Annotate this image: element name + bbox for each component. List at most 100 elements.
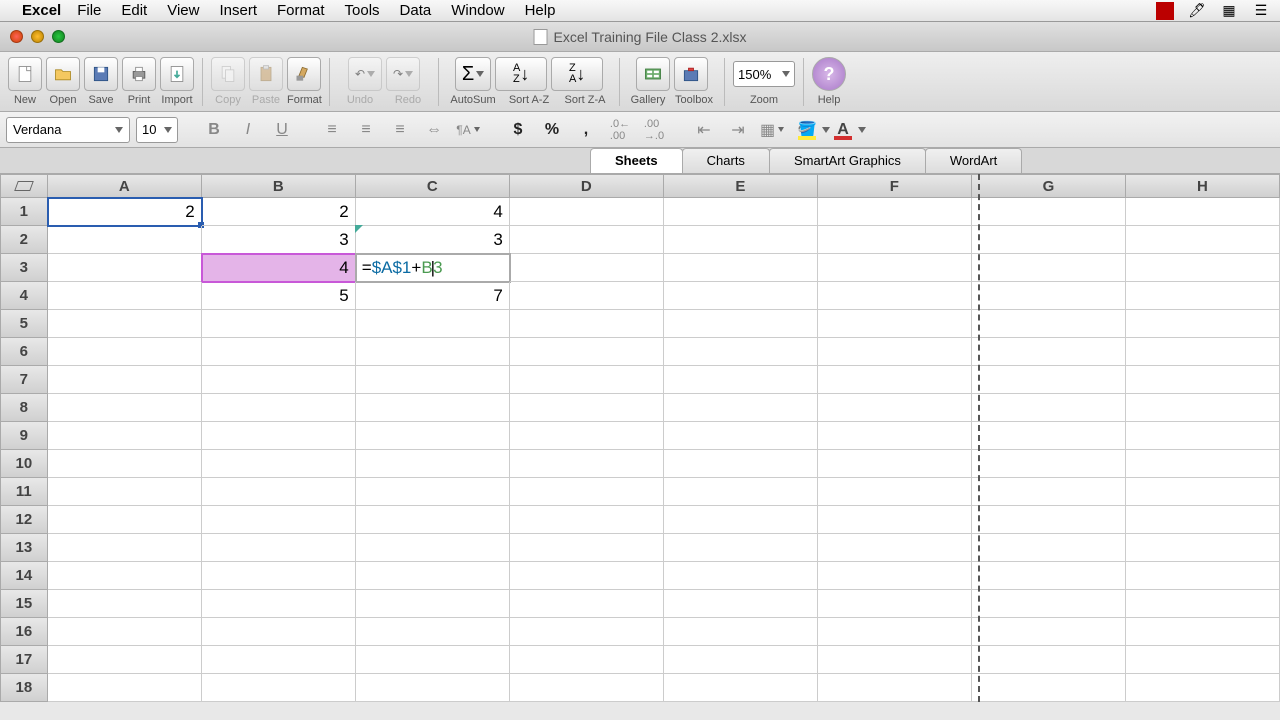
cell-B4[interactable]: 5 [202, 282, 356, 310]
row-header-11[interactable]: 11 [0, 478, 48, 506]
cell-H6[interactable] [1126, 338, 1280, 366]
cell-D5[interactable] [510, 310, 664, 338]
cell-F11[interactable] [818, 478, 972, 506]
cell-D13[interactable] [510, 534, 664, 562]
cell-B11[interactable] [202, 478, 356, 506]
cell-F7[interactable] [818, 366, 972, 394]
cell-C7[interactable] [356, 366, 510, 394]
cell-C8[interactable] [356, 394, 510, 422]
italic-button[interactable]: I [234, 117, 262, 143]
cell-F5[interactable] [818, 310, 972, 338]
cell-H16[interactable] [1126, 618, 1280, 646]
row-header-12[interactable]: 12 [0, 506, 48, 534]
col-header-F[interactable]: F [818, 174, 972, 198]
cell-B1[interactable]: 2 [202, 198, 356, 226]
align-center-button[interactable]: ≡ [352, 117, 380, 143]
cell-E7[interactable] [664, 366, 818, 394]
cell-H13[interactable] [1126, 534, 1280, 562]
cell-C15[interactable] [356, 590, 510, 618]
row-header-6[interactable]: 6 [0, 338, 48, 366]
wrap-text-button[interactable]: ¶A [454, 117, 482, 143]
cell-H1[interactable] [1126, 198, 1280, 226]
cell-B12[interactable] [202, 506, 356, 534]
row-header-8[interactable]: 8 [0, 394, 48, 422]
cell-H7[interactable] [1126, 366, 1280, 394]
row-header-14[interactable]: 14 [0, 562, 48, 590]
menu-format[interactable]: Format [277, 2, 325, 19]
cell-H5[interactable] [1126, 310, 1280, 338]
tab-wordart[interactable]: WordArt [925, 148, 1022, 173]
cell-E11[interactable] [664, 478, 818, 506]
cell-F2[interactable] [818, 226, 972, 254]
cell-H15[interactable] [1126, 590, 1280, 618]
col-header-A[interactable]: A [48, 174, 202, 198]
cell-G7[interactable] [972, 366, 1126, 394]
cell-A11[interactable] [48, 478, 202, 506]
autosum-button[interactable]: Σ [455, 57, 491, 91]
cell-B15[interactable] [202, 590, 356, 618]
new-button[interactable] [8, 57, 42, 91]
cell-H14[interactable] [1126, 562, 1280, 590]
select-all-corner[interactable] [0, 174, 48, 198]
bold-button[interactable]: B [200, 117, 228, 143]
cell-E6[interactable] [664, 338, 818, 366]
cell-D16[interactable] [510, 618, 664, 646]
cell-H11[interactable] [1126, 478, 1280, 506]
spotlight-icon[interactable]: ☰ [1252, 2, 1270, 20]
row-header-7[interactable]: 7 [0, 366, 48, 394]
cell-B2[interactable]: 3 [202, 226, 356, 254]
cell-D9[interactable] [510, 422, 664, 450]
cell-D12[interactable] [510, 506, 664, 534]
cell-A17[interactable] [48, 646, 202, 674]
minimize-button[interactable] [31, 30, 44, 43]
cell-A13[interactable] [48, 534, 202, 562]
row-header-16[interactable]: 16 [0, 618, 48, 646]
cell-D8[interactable] [510, 394, 664, 422]
cell-C6[interactable] [356, 338, 510, 366]
menu-insert[interactable]: Insert [219, 2, 257, 19]
cell-F17[interactable] [818, 646, 972, 674]
cell-A18[interactable] [48, 674, 202, 702]
cell-F15[interactable] [818, 590, 972, 618]
row-header-15[interactable]: 15 [0, 590, 48, 618]
cell-G15[interactable] [972, 590, 1126, 618]
cell-D7[interactable] [510, 366, 664, 394]
cell-G13[interactable] [972, 534, 1126, 562]
cell-G18[interactable] [972, 674, 1126, 702]
cell-A10[interactable] [48, 450, 202, 478]
cell-E14[interactable] [664, 562, 818, 590]
cell-E12[interactable] [664, 506, 818, 534]
cell-F6[interactable] [818, 338, 972, 366]
cell-F14[interactable] [818, 562, 972, 590]
fill-color-button[interactable]: 🪣 [792, 117, 822, 143]
cell-B18[interactable] [202, 674, 356, 702]
cell-A9[interactable] [48, 422, 202, 450]
cell-B13[interactable] [202, 534, 356, 562]
cell-A3[interactable] [48, 254, 202, 282]
align-right-button[interactable]: ≡ [386, 117, 414, 143]
cell-C9[interactable] [356, 422, 510, 450]
import-button[interactable] [160, 57, 194, 91]
increase-decimal-button[interactable]: .00→.0 [640, 117, 668, 143]
cell-B17[interactable] [202, 646, 356, 674]
cell-H8[interactable] [1126, 394, 1280, 422]
cell-G6[interactable] [972, 338, 1126, 366]
cell-C10[interactable] [356, 450, 510, 478]
cell-C18[interactable] [356, 674, 510, 702]
cell-F3[interactable] [818, 254, 972, 282]
borders-button[interactable]: ▦ [758, 117, 786, 143]
cell-D3[interactable] [510, 254, 664, 282]
sort-za-button[interactable]: ZA↓ [551, 57, 603, 91]
cell-G1[interactable] [972, 198, 1126, 226]
spreadsheet-grid[interactable]: ABCDEFGH122423334=$A$1+B|345756789101112… [0, 174, 1280, 702]
menu-data[interactable]: Data [400, 2, 432, 19]
cell-B7[interactable] [202, 366, 356, 394]
cell-B9[interactable] [202, 422, 356, 450]
cell-E1[interactable] [664, 198, 818, 226]
cell-E2[interactable] [664, 226, 818, 254]
cell-C11[interactable] [356, 478, 510, 506]
cell-H3[interactable] [1126, 254, 1280, 282]
menu-file[interactable]: File [77, 2, 101, 19]
close-button[interactable] [10, 30, 23, 43]
cell-H2[interactable] [1126, 226, 1280, 254]
